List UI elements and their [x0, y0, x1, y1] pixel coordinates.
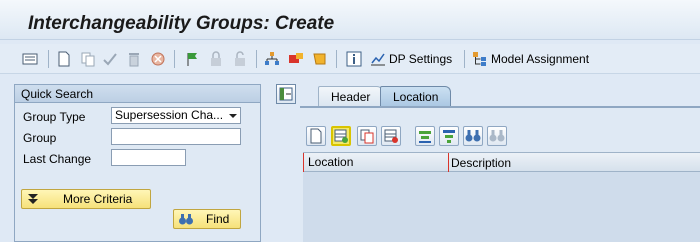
find-in-table-button[interactable]: [463, 126, 483, 146]
toolbar-separator: [174, 50, 175, 68]
tab-header[interactable]: Header: [318, 86, 384, 107]
find-button[interactable]: Find: [173, 209, 241, 229]
flag-icon[interactable]: [184, 51, 200, 67]
binoculars-icon: [179, 214, 193, 225]
copy-row-icon: [360, 129, 374, 144]
scroll-icon[interactable]: [312, 51, 328, 67]
collapse-panel-icon: [279, 87, 293, 101]
append-row-button[interactable]: [306, 126, 326, 146]
table-header: Location Description: [303, 152, 700, 173]
toolbar-separator: [48, 50, 49, 68]
last-change-label: Last Change: [23, 152, 92, 166]
tab-location[interactable]: Location: [380, 86, 452, 107]
check-icon[interactable]: [102, 51, 118, 67]
sort-ascending-icon: [419, 131, 431, 143]
insert-row-button[interactable]: [331, 126, 351, 146]
column-header-location[interactable]: Location: [303, 153, 449, 173]
sort-ascending-button[interactable]: [415, 126, 435, 146]
group-type-select[interactable]: Supersession Cha...: [111, 107, 241, 124]
toolbar-separator: [336, 50, 337, 68]
toolbar-separator: [256, 50, 257, 68]
sort-descending-button[interactable]: [439, 126, 459, 146]
column-header-description[interactable]: Description: [451, 155, 511, 171]
group-input[interactable]: [111, 128, 241, 145]
unlock-icon[interactable]: [232, 51, 248, 67]
info-icon[interactable]: [346, 51, 362, 67]
hierarchy-icon[interactable]: [264, 51, 280, 67]
sort-descending-icon: [443, 130, 455, 143]
delete-icon[interactable]: [126, 51, 142, 67]
title-bar: Interchangeability Groups: Create: [0, 0, 700, 40]
model-assignment-button[interactable]: Model Assignment: [472, 50, 589, 68]
more-criteria-button[interactable]: More Criteria: [21, 189, 151, 209]
page-title: Interchangeability Groups: Create: [28, 13, 335, 34]
model-assignment-label: Model Assignment: [491, 52, 590, 66]
new-document-icon[interactable]: [56, 51, 72, 67]
model-tree-icon: [473, 52, 486, 66]
dropdown-arrow-icon[interactable]: [227, 109, 239, 122]
find-label: Find: [206, 212, 230, 226]
delete-row-button[interactable]: [381, 126, 401, 146]
display-toggle-icon[interactable]: [22, 51, 38, 67]
cancel-icon[interactable]: [150, 51, 166, 67]
lock-icon[interactable]: [208, 51, 224, 67]
chart-settings-icon: [371, 53, 385, 66]
dp-settings-label: DP Settings: [389, 52, 453, 66]
group-type-label: Group Type: [23, 110, 86, 124]
new-row-icon: [310, 128, 322, 144]
copy-icon[interactable]: [80, 51, 96, 67]
find-next-icon: [489, 130, 505, 142]
copy-row-button[interactable]: [357, 126, 377, 146]
group-label: Group: [23, 131, 57, 145]
more-criteria-label: More Criteria: [63, 192, 133, 206]
toggle-panel-button[interactable]: [276, 84, 296, 104]
insert-row-icon: [334, 129, 348, 143]
expand-down-icon: [28, 194, 38, 204]
quick-search-title: Quick Search: [15, 85, 260, 103]
transport-icon[interactable]: [288, 51, 304, 67]
find-next-button[interactable]: [487, 126, 507, 146]
last-change-input[interactable]: [111, 149, 186, 166]
group-type-value: Supersession Cha...: [115, 108, 224, 122]
table-body: [303, 172, 700, 242]
binoculars-icon: [465, 130, 481, 142]
quick-search-panel: Quick Search Group Type Supersession Cha…: [14, 84, 261, 242]
delete-row-icon: [384, 129, 398, 143]
dp-settings-button[interactable]: DP Settings: [370, 50, 452, 68]
toolbar-separator: [464, 50, 465, 68]
application-toolbar: DP Settings Model Assignment: [0, 44, 700, 74]
